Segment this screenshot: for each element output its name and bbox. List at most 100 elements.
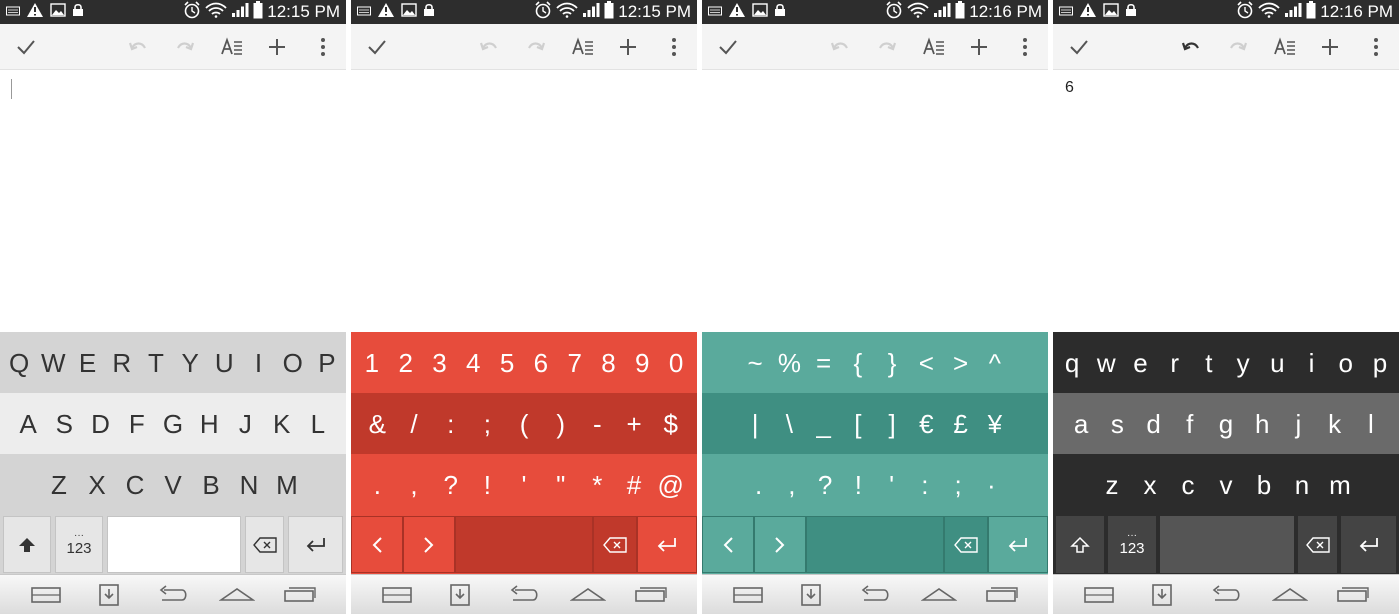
- key[interactable]: L: [300, 411, 336, 437]
- key[interactable]: %: [772, 350, 806, 376]
- text-format-button[interactable]: [1267, 24, 1303, 70]
- key[interactable]: 6: [524, 350, 558, 376]
- key[interactable]: ~: [738, 350, 772, 376]
- key[interactable]: !: [842, 472, 875, 498]
- text-format-button[interactable]: [565, 24, 601, 70]
- key[interactable]: ): [542, 411, 579, 437]
- key[interactable]: c: [1169, 472, 1207, 498]
- key[interactable]: s: [1099, 411, 1135, 437]
- key[interactable]: }: [875, 350, 909, 376]
- more-options-button[interactable]: [656, 24, 692, 70]
- document-body[interactable]: [702, 71, 1048, 332]
- recents-button[interactable]: [282, 581, 318, 609]
- space-bar[interactable]: [455, 516, 593, 573]
- hide-keyboard-button[interactable]: [442, 581, 478, 609]
- more-options-button[interactable]: [1007, 24, 1043, 70]
- home-button[interactable]: [218, 581, 255, 609]
- key[interactable]: P: [310, 350, 344, 376]
- enter-key[interactable]: [288, 516, 343, 573]
- key[interactable]: ,: [775, 472, 808, 498]
- key[interactable]: X: [78, 472, 116, 498]
- cursor-right-key[interactable]: [754, 516, 806, 573]
- key[interactable]: Z: [40, 472, 78, 498]
- key[interactable]: j: [1280, 411, 1316, 437]
- key[interactable]: E: [70, 350, 104, 376]
- insert-add-button[interactable]: [961, 24, 997, 70]
- key[interactable]: S: [46, 411, 82, 437]
- key[interactable]: :: [908, 472, 941, 498]
- numbers-key[interactable]: ··· 123: [1108, 516, 1156, 573]
- key[interactable]: {: [841, 350, 875, 376]
- key[interactable]: t: [1192, 350, 1226, 376]
- key[interactable]: @: [652, 472, 689, 498]
- key[interactable]: ;: [942, 472, 975, 498]
- key[interactable]: .: [359, 472, 396, 498]
- backspace-key[interactable]: [1298, 516, 1337, 573]
- key[interactable]: v: [1207, 472, 1245, 498]
- key[interactable]: 8: [592, 350, 626, 376]
- redo-button[interactable]: [518, 24, 554, 70]
- key[interactable]: A: [10, 411, 46, 437]
- undo-button[interactable]: [1173, 24, 1209, 70]
- key[interactable]: B: [192, 472, 230, 498]
- done-check-button[interactable]: [8, 24, 44, 70]
- key[interactable]: F: [119, 411, 155, 437]
- key[interactable]: £: [944, 411, 978, 437]
- key[interactable]: 3: [423, 350, 457, 376]
- space-bar[interactable]: [1160, 516, 1294, 573]
- key[interactable]: U: [207, 350, 241, 376]
- document-body[interactable]: [351, 71, 697, 332]
- key[interactable]: =: [807, 350, 841, 376]
- space-bar[interactable]: [806, 516, 944, 573]
- key[interactable]: O: [276, 350, 310, 376]
- key[interactable]: ^: [978, 350, 1012, 376]
- key[interactable]: h: [1244, 411, 1280, 437]
- enter-key[interactable]: [988, 516, 1048, 573]
- cursor-left-key[interactable]: [702, 516, 754, 573]
- key[interactable]: *: [579, 472, 616, 498]
- enter-key[interactable]: [1341, 516, 1396, 573]
- key[interactable]: 1: [355, 350, 389, 376]
- back-button[interactable]: [506, 581, 542, 609]
- key[interactable]: q: [1055, 350, 1089, 376]
- document-body[interactable]: [0, 71, 346, 332]
- key[interactable]: 7: [558, 350, 592, 376]
- key[interactable]: >: [944, 350, 978, 376]
- key[interactable]: !: [469, 472, 506, 498]
- key[interactable]: u: [1260, 350, 1294, 376]
- done-check-button[interactable]: [710, 24, 746, 70]
- key[interactable]: 5: [490, 350, 524, 376]
- hide-keyboard-button[interactable]: [91, 581, 127, 609]
- more-options-button[interactable]: [1358, 24, 1394, 70]
- key[interactable]: 2: [389, 350, 423, 376]
- key[interactable]: <: [909, 350, 943, 376]
- insert-add-button[interactable]: [1312, 24, 1348, 70]
- key[interactable]: H: [191, 411, 227, 437]
- key[interactable]: ?: [432, 472, 469, 498]
- key[interactable]: $: [652, 411, 689, 437]
- key[interactable]: :: [432, 411, 469, 437]
- key[interactable]: _: [807, 411, 841, 437]
- key[interactable]: d: [1135, 411, 1171, 437]
- hide-keyboard-button[interactable]: [793, 581, 829, 609]
- redo-button[interactable]: [1220, 24, 1256, 70]
- key[interactable]: w: [1089, 350, 1123, 376]
- key[interactable]: 4: [456, 350, 490, 376]
- key[interactable]: \: [772, 411, 806, 437]
- key[interactable]: [: [841, 411, 875, 437]
- undo-button[interactable]: [471, 24, 507, 70]
- cursor-right-key[interactable]: [403, 516, 455, 573]
- key[interactable]: e: [1123, 350, 1157, 376]
- undo-button[interactable]: [822, 24, 858, 70]
- key[interactable]: a: [1063, 411, 1099, 437]
- key[interactable]: ·: [975, 472, 1008, 498]
- redo-button[interactable]: [869, 24, 905, 70]
- key[interactable]: i: [1294, 350, 1328, 376]
- backspace-key[interactable]: [944, 516, 988, 573]
- shift-key[interactable]: [1056, 516, 1104, 573]
- document-body[interactable]: 6: [1053, 71, 1399, 332]
- text-format-button[interactable]: [214, 24, 250, 70]
- key[interactable]: p: [1363, 350, 1397, 376]
- keyboard-switch-button[interactable]: [28, 581, 64, 609]
- key[interactable]: ,: [396, 472, 433, 498]
